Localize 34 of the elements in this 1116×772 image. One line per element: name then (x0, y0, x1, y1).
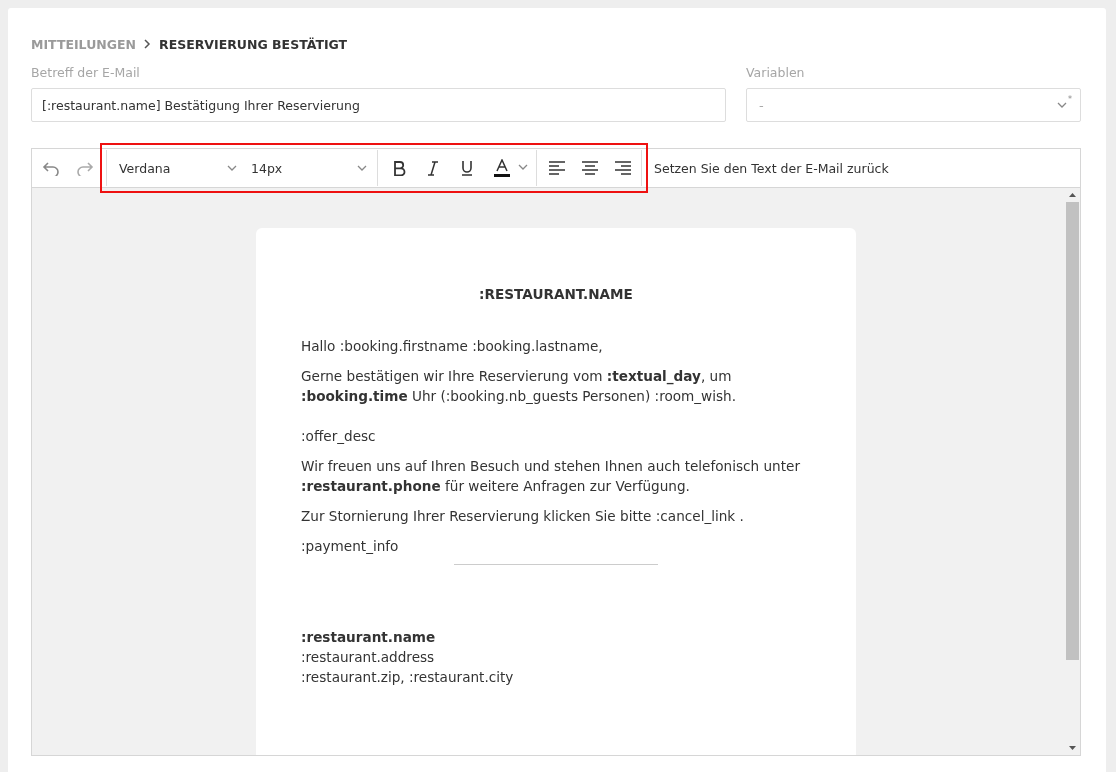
scrollbar-thumb[interactable] (1065, 202, 1079, 660)
text-color-icon[interactable] (494, 159, 530, 177)
scroll-down-icon[interactable] (1068, 746, 1076, 750)
underline-icon[interactable] (460, 160, 474, 176)
align-right-icon[interactable] (615, 161, 631, 175)
subject-field[interactable]: [:restaurant.name] Bestätigung Ihrer Reservierung (31, 88, 726, 122)
variables-select[interactable]: - * (746, 88, 1081, 122)
email-paragraph: :payment_info (301, 537, 400, 556)
email-paragraph: :offer_desc (301, 427, 377, 446)
font-select[interactable]: Verdana (113, 160, 243, 176)
undo-icon[interactable] (42, 160, 60, 176)
chevron-down-icon (357, 164, 367, 172)
email-paragraph: Wir freuen uns auf Ihren Besuch und stehen Ihnen auch telefonisch unter :restaurant.phone für weitere Anfragen zur Verfügung. (301, 457, 801, 496)
chevron-down-icon (1057, 101, 1067, 109)
align-left-icon[interactable] (549, 161, 565, 175)
signature-line: :restaurant.zip, :restaurant.city (301, 668, 515, 687)
chevron-right-icon (144, 39, 151, 49)
italic-icon[interactable] (426, 160, 440, 176)
required-mark: * (1068, 95, 1072, 104)
email-heading: :RESTAURANT.NAME (478, 286, 634, 302)
chevron-down-icon (227, 164, 237, 172)
size-select[interactable]: 14px (243, 160, 371, 176)
bold-icon[interactable] (392, 160, 406, 176)
reset-text-link[interactable]: Setzen Sie den Text der E-Mail zurück (654, 160, 889, 176)
align-center-icon[interactable] (582, 161, 598, 175)
field-label: Betreff der E-Mail (31, 65, 141, 81)
email-paragraph: Zur Stornierung Ihrer Reservierung klicken Sie bitte :cancel_link . (301, 507, 745, 526)
signature-line: :restaurant.name (301, 628, 437, 647)
field-label: Variablen (746, 65, 806, 81)
scroll-up-icon[interactable] (1068, 193, 1076, 197)
breadcrumb-current: RESERVIERUNG BESTÄTIGT (159, 36, 348, 52)
signature-line: :restaurant.address (301, 648, 436, 667)
email-paragraph: Gerne bestätigen wir Ihre Reservierung vom :textual_day, um :booking.time Uhr (:booking.nb_guests Personen) :room_wish. (301, 367, 738, 406)
email-paragraph: Hallo :booking.firstname :booking.lastname, (301, 337, 604, 356)
